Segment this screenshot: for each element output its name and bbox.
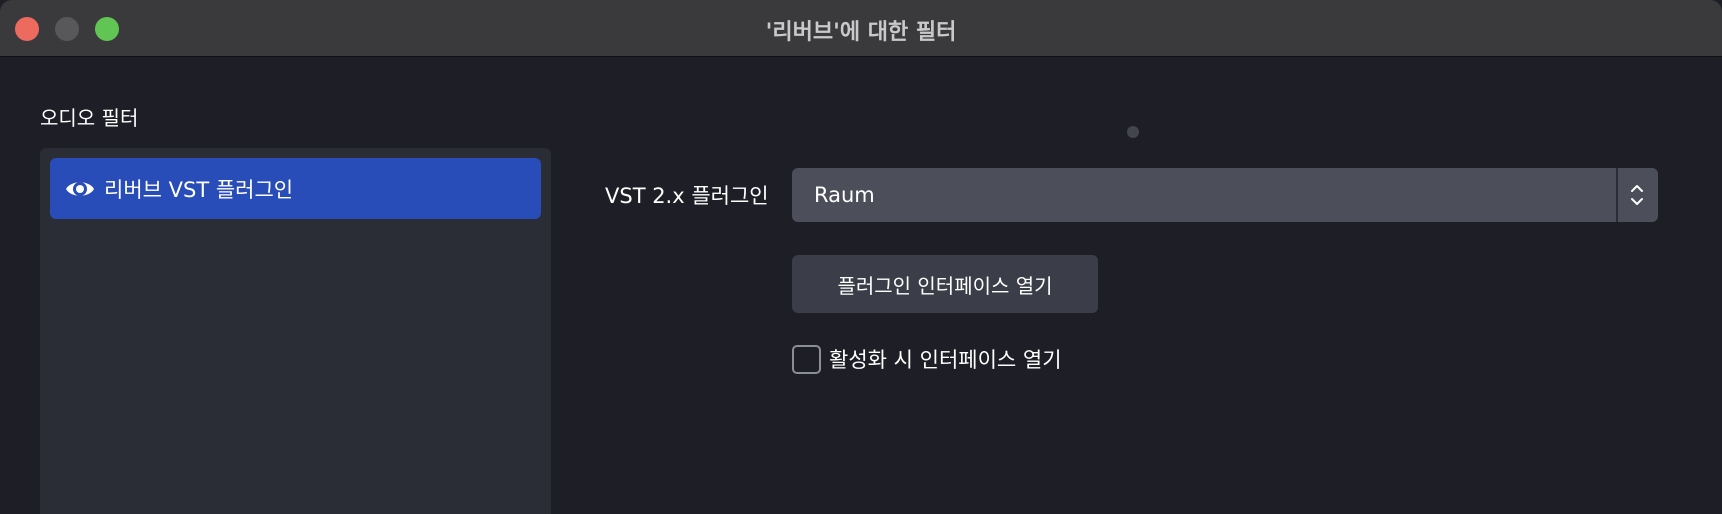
open-interface-on-activate-checkbox[interactable] (792, 344, 821, 374)
vst-plugin-label: VST 2.x 플러그인 (605, 184, 769, 208)
audio-filters-heading: 오디오 필터 (40, 106, 139, 130)
title-bar[interactable]: '리버브'에 대한 필터 (0, 0, 1722, 57)
open-interface-on-activate-label: 활성화 시 인터페이스 열기 (829, 348, 1062, 372)
select-divider (1616, 168, 1618, 222)
filter-item-label: 리버브 VST 플러그인 (104, 177, 294, 202)
audio-filter-list[interactable]: 리버브 VST 플러그인 (40, 148, 551, 514)
chevron-up-down-icon[interactable] (1624, 176, 1650, 214)
drag-handle-dot (1127, 126, 1139, 138)
open-interface-on-activate-option[interactable]: 활성화 시 인터페이스 열기 (792, 344, 1062, 374)
filter-item-reverb-vst[interactable]: 리버브 VST 플러그인 (50, 158, 541, 219)
eye-icon[interactable] (64, 173, 96, 205)
filters-window: '리버브'에 대한 필터 오디오 필터 리버브 VST 플러그인 VST 2.x… (0, 0, 1722, 514)
vst-plugin-selected-value: Raum (814, 183, 875, 207)
window-title: '리버브'에 대한 필터 (765, 20, 957, 45)
open-plugin-interface-button[interactable]: 플러그인 인터페이스 열기 (792, 255, 1098, 313)
vst-plugin-select[interactable]: Raum (792, 168, 1658, 222)
